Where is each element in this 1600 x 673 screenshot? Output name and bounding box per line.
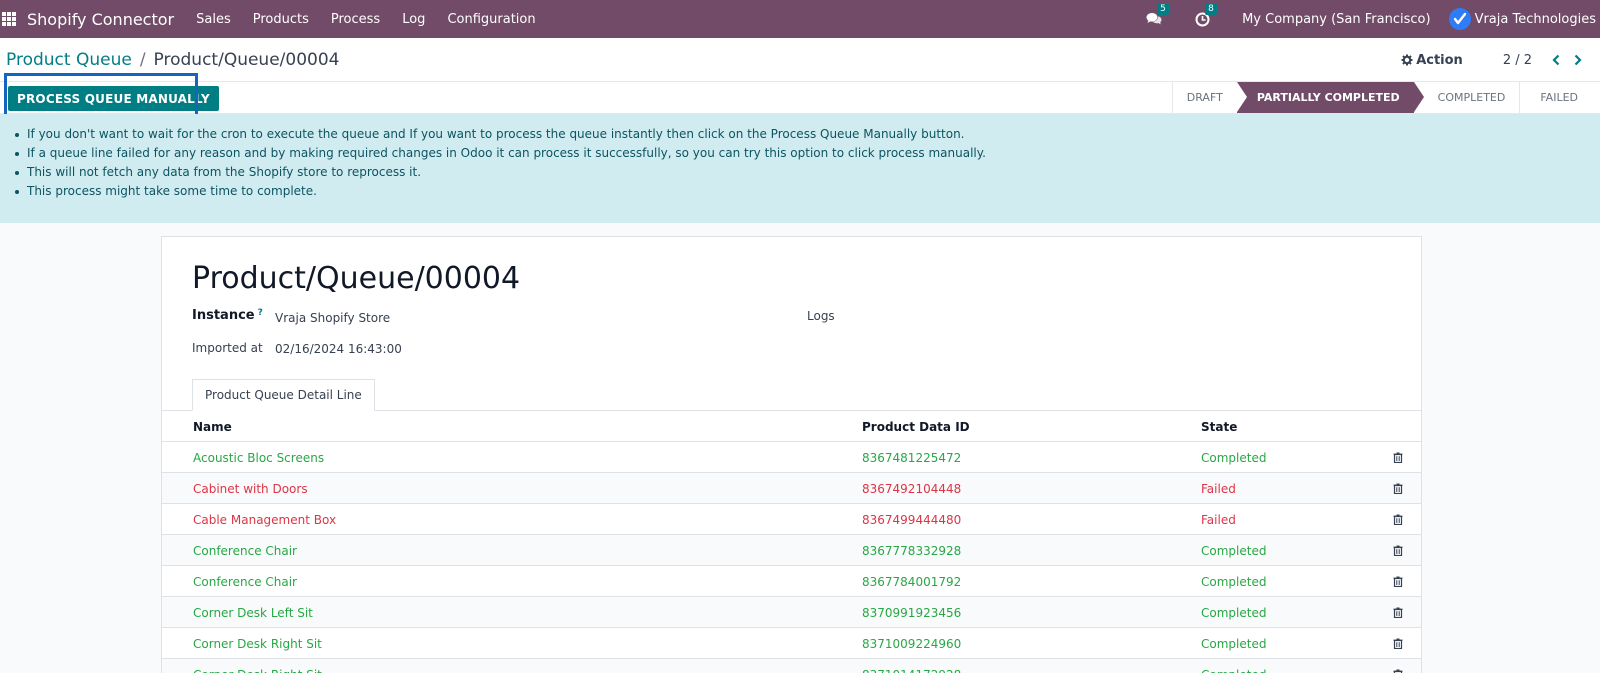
table-row[interactable]: Corner Desk Right Sit 8371009224960 Comple…	[162, 628, 1421, 659]
row-state[interactable]: Completed	[1201, 597, 1266, 628]
chevron-right-icon	[1574, 54, 1582, 66]
trash-icon[interactable]	[1393, 659, 1403, 673]
highlight-annotation-box	[4, 73, 198, 120]
column-name[interactable]: Name	[193, 411, 232, 442]
tab-product-queue-detail-line[interactable]: Product Queue Detail Line	[192, 379, 375, 411]
row-state[interactable]: Failed	[1201, 504, 1236, 535]
instance-label: Instance?	[192, 308, 263, 323]
trash-icon[interactable]	[1393, 597, 1403, 628]
row-name[interactable]: Conference Chair	[193, 566, 297, 597]
form-sheet: Product/Queue/00004 Instance? Vraja Shop…	[161, 236, 1422, 673]
menu-log[interactable]: Log	[402, 12, 425, 27]
stage-partially-completed[interactable]: PARTIALLY COMPLETED	[1236, 82, 1424, 113]
info-alert: If you don't want to wait for the cron t…	[0, 114, 1600, 223]
company-switcher[interactable]: My Company (San Francisco)	[1242, 12, 1430, 27]
logs-label: Logs	[807, 309, 835, 323]
pager-value[interactable]: 2 / 2	[1503, 53, 1532, 68]
row-name[interactable]: Cable Management Box	[193, 504, 336, 535]
row-product-data-id[interactable]: 8367481225472	[862, 442, 961, 473]
top-navbar: Shopify Connector Sales Products Process…	[0, 0, 1600, 38]
help-icon[interactable]: ?	[258, 308, 263, 318]
row-name[interactable]: Acoustic Bloc Screens	[193, 442, 324, 473]
row-product-data-id[interactable]: 8370991923456	[862, 597, 961, 628]
info-line: This process might take some time to com…	[12, 182, 1600, 201]
menu-products[interactable]: Products	[253, 12, 309, 27]
instance-field[interactable]: Vraja Shopify Store	[275, 311, 390, 325]
gear-icon	[1401, 54, 1413, 66]
row-name[interactable]: Conference Chair	[193, 535, 297, 566]
user-name: Vraja Technologies	[1474, 11, 1596, 27]
row-product-data-id[interactable]: 8367784001792	[862, 566, 961, 597]
row-state[interactable]: Completed	[1201, 535, 1266, 566]
menu-sales[interactable]: Sales	[196, 12, 231, 27]
stage-failed[interactable]: FAILED	[1519, 82, 1600, 113]
row-state[interactable]: Completed	[1201, 628, 1266, 659]
stage-completed[interactable]: COMPLETED	[1413, 82, 1520, 113]
queue-lines-table: Name Product Data ID State Acoustic Bloc…	[162, 411, 1421, 673]
menu-configuration[interactable]: Configuration	[447, 12, 535, 27]
messages-badge: 5	[1157, 3, 1169, 15]
pager-next[interactable]	[1570, 52, 1586, 68]
row-name[interactable]: Corner Desk Right Sit	[193, 659, 322, 673]
action-label: Action	[1416, 52, 1463, 68]
user-menu[interactable]: Vraja Technologies	[1448, 8, 1596, 30]
check-logo-icon	[1453, 12, 1466, 25]
info-line: If a queue line failed for any reason an…	[12, 144, 1600, 163]
activities-badge: 8	[1205, 3, 1217, 15]
instance-label-text: Instance	[192, 308, 255, 323]
table-row[interactable]: Cable Management Box 8367499444480 Failed	[162, 504, 1421, 535]
breadcrumb-current: Product/Queue/00004	[153, 49, 340, 70]
row-product-data-id[interactable]: 8367499444480	[862, 504, 961, 535]
pager-previous[interactable]	[1548, 52, 1564, 68]
row-state[interactable]: Failed	[1201, 473, 1236, 504]
form-statusbar: PROCESS QUEUE MANUALLY DRAFT PARTIALLY C…	[0, 82, 1600, 114]
row-product-data-id[interactable]: 8367492104448	[862, 473, 961, 504]
action-button[interactable]: Action	[1401, 53, 1463, 68]
breadcrumb-parent[interactable]: Product Queue	[6, 50, 132, 70]
info-line: If you don't want to wait for the cron t…	[12, 125, 1600, 144]
trash-icon[interactable]	[1393, 566, 1403, 597]
imported-at-field[interactable]: 02/16/2024 16:43:00	[275, 342, 402, 356]
row-state[interactable]: Completed	[1201, 566, 1266, 597]
info-line: This will not fetch any data from the Sh…	[12, 163, 1600, 182]
table-row[interactable]: Conference Chair 8367784001792 Completed	[162, 566, 1421, 597]
trash-icon[interactable]	[1393, 504, 1403, 535]
menu-process[interactable]: Process	[331, 12, 380, 27]
row-product-data-id[interactable]: 8371014172928	[862, 659, 961, 673]
stage-draft[interactable]: DRAFT	[1171, 82, 1237, 113]
row-product-data-id[interactable]: 8371009224960	[862, 628, 961, 659]
row-product-data-id[interactable]: 8367778332928	[862, 535, 961, 566]
table-row[interactable]: Acoustic Bloc Screens 8367481225472 Comple…	[162, 442, 1421, 473]
trash-icon[interactable]	[1393, 442, 1403, 473]
record-title: Product/Queue/00004	[192, 261, 521, 296]
breadcrumb: Product Queue / Product/Queue/00004	[6, 50, 339, 70]
table-body: Acoustic Bloc Screens 8367481225472 Comple…	[162, 442, 1421, 673]
row-name[interactable]: Cabinet with Doors	[193, 473, 308, 504]
row-state[interactable]: Completed	[1201, 442, 1266, 473]
trash-icon[interactable]	[1393, 473, 1403, 504]
trash-icon[interactable]	[1393, 628, 1403, 659]
control-panel: Product Queue / Product/Queue/00004 Acti…	[0, 38, 1600, 82]
activities-button[interactable]: 8	[1194, 3, 1217, 27]
row-name[interactable]: Corner Desk Left Sit	[193, 597, 313, 628]
table-row[interactable]: Corner Desk Right Sit 8371014172928 Comple…	[162, 659, 1421, 673]
imported-at-label: Imported at	[192, 341, 263, 355]
table-row[interactable]: Conference Chair 8367778332928 Completed	[162, 535, 1421, 566]
table-row[interactable]: Cabinet with Doors 8367492104448 Failed	[162, 473, 1421, 504]
table-header: Name Product Data ID State	[162, 411, 1421, 442]
row-name[interactable]: Corner Desk Right Sit	[193, 628, 322, 659]
breadcrumb-separator: /	[139, 49, 146, 70]
row-state[interactable]: Completed	[1201, 659, 1266, 673]
chevron-left-icon	[1552, 54, 1560, 66]
column-product-data-id[interactable]: Product Data ID	[862, 411, 970, 442]
status-stages: DRAFT PARTIALLY COMPLETED COMPLETED FAIL…	[1171, 82, 1600, 113]
trash-icon[interactable]	[1393, 535, 1403, 566]
app-name[interactable]: Shopify Connector	[27, 10, 174, 29]
messages-button[interactable]: 5	[1146, 3, 1169, 27]
apps-menu-icon[interactable]	[2, 12, 16, 26]
column-state[interactable]: State	[1201, 411, 1237, 442]
table-row[interactable]: Corner Desk Left Sit 8370991923456 Complet…	[162, 597, 1421, 628]
avatar	[1448, 8, 1471, 30]
